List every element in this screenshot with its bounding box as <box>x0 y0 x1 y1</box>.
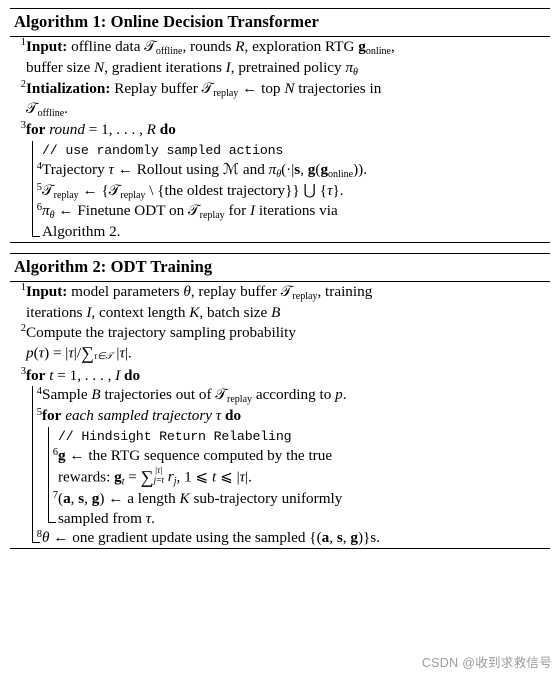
line-body: 𝒯replay ← {𝒯replay \ {the oldest traject… <box>42 181 344 201</box>
line-comment: // Hindsight Return Relabeling <box>58 429 292 445</box>
line-body: for each sampled trajectory τ do <box>42 407 242 425</box>
line-body: πθ ← Finetune ODT on 𝒯replay for I itera… <box>42 202 338 241</box>
line-body: for t = 1, . . . , I do <box>26 366 141 384</box>
line-number: 1 <box>20 37 26 48</box>
line-body: Intialization: Replay buffer 𝒯replay ← t… <box>26 79 382 120</box>
algorithm-1-title: Algorithm 1: Online Decision Transformer <box>10 9 550 36</box>
table-row: 4 Sample B trajectories out of 𝒯replay a… <box>26 385 550 406</box>
table-row: 4 Sample B trajectories out of 𝒯replay a… <box>10 385 550 548</box>
line-comment: // use randomly sampled actions <box>42 143 284 159</box>
algorithm-1-title-prefix: Algorithm 1: <box>14 12 107 31</box>
line-number: 3 <box>20 120 26 132</box>
algorithm-1-lines: 1 Input: offline data 𝒯offline, rounds R… <box>10 37 550 242</box>
line-body: g ← the RTG sequence computed by the tru… <box>58 446 333 487</box>
line-body: Sample B trajectories out of 𝒯replay acc… <box>42 386 347 406</box>
line-body: (a, s, g) ← a length K sub-trajectory un… <box>58 489 343 527</box>
line-number: 3 <box>20 365 26 377</box>
line-body: Input: offline data 𝒯offline, rounds R, … <box>26 38 395 78</box>
line-number <box>10 140 26 242</box>
algorithm-2-bottom-rule <box>10 548 550 550</box>
line-body: Trajectory τ ← Rollout using ℳ and πθ(·|… <box>42 160 368 180</box>
loop-1-lines: // use randomly sampled actions 4 Trajec… <box>26 140 550 242</box>
line-body: Input: model parameters θ, replay buffer… <box>26 283 373 321</box>
watermark: CSDN @收到求救信号 <box>421 656 552 670</box>
loop-body-2: 4 Sample B trajectories out of 𝒯replay a… <box>26 385 550 548</box>
line-number: 2 <box>20 78 26 90</box>
algorithm-2-title-text: ODT Training <box>110 257 213 277</box>
loop-bracket <box>32 386 40 544</box>
table-row: // Hindsight Return Relabeling <box>42 426 550 446</box>
line-body: for round = 1, . . . , R do <box>26 121 176 139</box>
algorithms-page: Algorithm 1: Online Decision Transformer… <box>0 0 560 550</box>
table-row: // use randomly sampled actions <box>26 140 550 160</box>
line-number: 2 <box>20 322 26 334</box>
algorithm-1-block: Algorithm 1: Online Decision Transformer… <box>10 8 550 244</box>
table-row: // use randomly sampled actions 4 Trajec… <box>10 140 550 242</box>
line-body: Compute the trajectory sampling probabil… <box>26 323 296 364</box>
algorithm-2-title-prefix: Algorithm 2: <box>14 257 107 277</box>
loop-body-3: // Hindsight Return Relabeling 6 g ← the… <box>42 426 550 528</box>
line-body: θ ← one gradient update using the sample… <box>42 529 380 547</box>
algorithm-1-bottom-rule <box>10 242 550 244</box>
algorithm-2-block: Algorithm 2: ODT Training 1 Input: model… <box>10 253 550 550</box>
table-row: 6 g ← the RTG sequence computed by the t… <box>42 446 550 489</box>
table-row: 8 θ ← one gradient update using the samp… <box>26 528 550 548</box>
table-row: // Hindsight Return Relabeling 6 g ← the… <box>26 426 550 528</box>
algorithm-2-title: Algorithm 2: ODT Training <box>10 254 550 281</box>
table-row: 6 πθ ← Finetune ODT on 𝒯replay for I ite… <box>26 201 550 242</box>
table-row: 4 Trajectory τ ← Rollout using ℳ and πθ(… <box>26 160 550 181</box>
table-row: 5 for each sampled trajectory τ do <box>26 406 550 426</box>
algorithm-2-lines: 1 Input: model parameters θ, replay buff… <box>10 282 550 548</box>
line-number: 1 <box>20 282 26 294</box>
table-row: 5 𝒯replay ← {𝒯replay \ {the oldest traje… <box>26 181 550 202</box>
line-number <box>10 385 26 548</box>
table-row: 3 for round = 1, . . . , R do <box>10 120 550 140</box>
table-row: 3 for t = 1, . . . , I do <box>10 366 550 386</box>
table-row: 2 Intialization: Replay buffer 𝒯replay ←… <box>10 79 550 121</box>
table-row: 2 Compute the trajectory sampling probab… <box>10 323 550 366</box>
loop-3-lines: // Hindsight Return Relabeling 6 g ← the… <box>42 426 550 528</box>
loop-2-lines: 4 Sample B trajectories out of 𝒯replay a… <box>26 385 550 548</box>
table-row: 7 (a, s, g) ← a length K sub-trajectory … <box>42 489 550 529</box>
algorithm-1-title-text: Online Decision Transformer <box>110 12 319 31</box>
loop-bracket <box>48 427 56 524</box>
loop-body-1: // use randomly sampled actions 4 Trajec… <box>26 140 550 242</box>
table-row: 1 Input: offline data 𝒯offline, rounds R… <box>10 37 550 79</box>
loop-bracket <box>32 141 40 238</box>
table-row: 1 Input: model parameters θ, replay buff… <box>10 282 550 323</box>
